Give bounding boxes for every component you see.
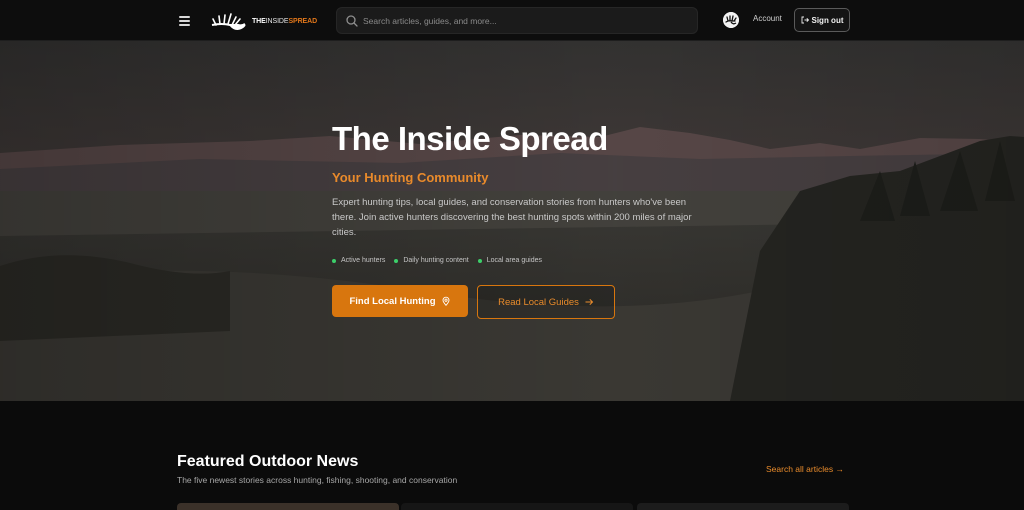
arrow-right-icon [585, 298, 594, 306]
logo-wordmark: THEINSIDESPREAD [252, 17, 318, 25]
search-input[interactable] [363, 8, 693, 33]
search-icon [346, 15, 358, 27]
sign-out-icon [801, 16, 809, 24]
hero-title: The Inside Spread [332, 120, 608, 157]
featured-article-card[interactable] [177, 503, 399, 510]
sign-out-label: Sign out [811, 15, 844, 25]
read-local-guides-label: Read Local Guides [498, 296, 579, 308]
hero-description: Expert hunting tips, local guides, and c… [332, 197, 692, 238]
highlight-item: Active hunters [332, 257, 385, 264]
search-all-articles-link[interactable]: Search all articles → [766, 464, 844, 474]
read-local-guides-button[interactable]: Read Local Guides [477, 285, 615, 319]
featured-section-title: Featured Outdoor News [177, 453, 359, 470]
map-pin-icon [442, 296, 449, 306]
featured-section-subtitle: The five newest stories across hunting, … [177, 475, 458, 485]
status-dot-icon [477, 258, 482, 263]
status-dot-icon [332, 258, 336, 263]
sign-out-button[interactable]: Sign out [794, 8, 850, 32]
elk-antler-logo-icon [211, 13, 246, 30]
highlight-item: Daily hunting content [394, 257, 469, 264]
hero-subtitle: Your Hunting Community [332, 170, 489, 185]
find-local-hunting-label: Find Local Hunting [349, 295, 436, 307]
top-navigation-bar: THEINSIDESPREAD Account Sign out [0, 0, 1024, 41]
find-local-hunting-button[interactable]: Find Local Hunting [332, 285, 468, 317]
menu-icon[interactable] [177, 12, 193, 28]
search-bar [336, 7, 698, 34]
hero-section: The Inside Spread Your Hunting Community… [0, 41, 1024, 401]
user-avatar-icon[interactable] [723, 12, 739, 28]
featured-article-card[interactable] [637, 503, 849, 510]
arrow-right-icon: → [835, 464, 844, 474]
featured-article-card[interactable] [401, 503, 633, 510]
status-dot-icon [394, 258, 399, 263]
hero-highlights: Active hunters Daily hunting content Loc… [332, 257, 542, 264]
site-logo[interactable]: THEINSIDESPREAD [208, 10, 317, 32]
account-link[interactable]: Account [753, 14, 782, 23]
highlight-item: Local area guides [477, 257, 542, 264]
